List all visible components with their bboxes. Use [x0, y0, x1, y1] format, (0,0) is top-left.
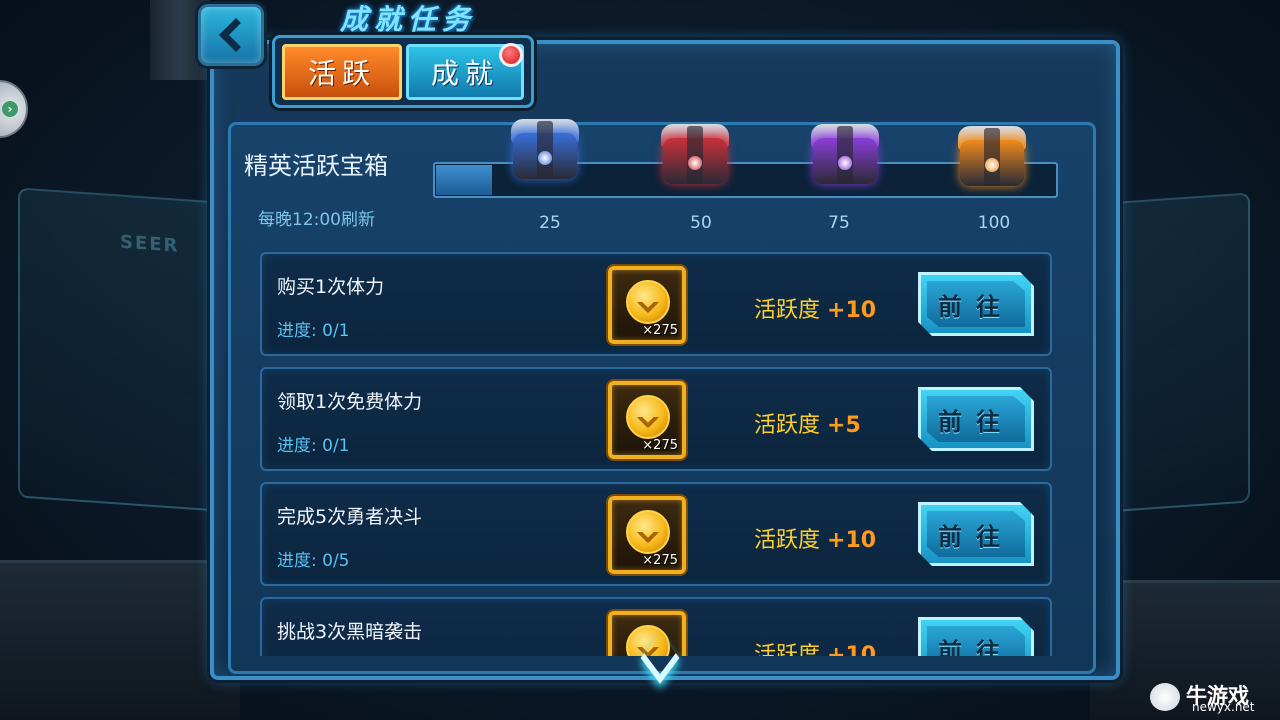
activity-value: +10	[827, 528, 877, 553]
page-title: 成就任务	[340, 3, 477, 36]
reward-quantity: ×275	[642, 553, 678, 568]
task-name: 挑战3次黑暗袭击	[277, 621, 423, 643]
task-progress: 进度: 0/5	[277, 551, 350, 571]
tab-activity[interactable]: 活跃	[282, 44, 402, 100]
milestone-label-100: 100	[977, 213, 1011, 233]
activity-reward: 活跃度 +10	[754, 637, 876, 656]
task-name: 完成5次勇者决斗	[277, 506, 423, 528]
chevron-right-icon: ›	[2, 101, 18, 117]
reward-quantity: ×275	[642, 438, 678, 453]
watermark-logo-icon	[1150, 683, 1180, 711]
notification-badge	[499, 43, 523, 67]
task-row: 完成5次勇者决斗 进度: 0/5 ×275 活跃度 +10 前往	[260, 482, 1052, 586]
blue-chest-icon[interactable]	[505, 115, 585, 185]
reward-quantity: ×275	[642, 323, 678, 338]
go-button[interactable]: 前往	[918, 502, 1034, 566]
gold-coin-icon	[626, 510, 670, 554]
reward-slot[interactable]: ×275	[608, 381, 686, 459]
milestone-label-25: 25	[539, 213, 561, 233]
refresh-note: 每晚12:00刷新	[258, 210, 375, 230]
activity-label: 活跃度	[754, 643, 821, 656]
activity-chest-title: 精英活跃宝箱	[244, 152, 388, 180]
side-drawer-toggle[interactable]: ›	[0, 80, 28, 138]
chevron-down-icon	[640, 632, 680, 684]
activity-value: +10	[827, 298, 877, 323]
go-button[interactable]: 前往	[918, 272, 1034, 336]
task-progress: 进度: 0/1	[277, 321, 350, 341]
go-button-label: 前往	[938, 407, 1014, 436]
arrow-left-icon	[219, 18, 253, 52]
purple-chest-icon[interactable]	[805, 120, 885, 190]
activity-value: +10	[827, 643, 877, 656]
orange-chest-icon[interactable]	[952, 122, 1032, 192]
task-row: 购买1次体力 进度: 0/1 ×275 活跃度 +10 前往	[260, 252, 1052, 356]
go-button-label: 前往	[938, 637, 1014, 657]
task-row: 领取1次免费体力 进度: 0/1 ×275 活跃度 +5 前往	[260, 367, 1052, 471]
activity-reward: 活跃度 +10	[754, 522, 876, 554]
activity-reward: 活跃度 +10	[754, 292, 876, 324]
gold-coin-icon	[626, 280, 670, 324]
go-button-label: 前往	[938, 292, 1014, 321]
red-chest-icon[interactable]	[655, 120, 735, 190]
activity-progress-fill	[436, 165, 492, 195]
milestone-label-75: 75	[828, 213, 850, 233]
back-button[interactable]	[198, 4, 264, 66]
background-machinery-left	[0, 560, 240, 720]
gold-coin-icon	[626, 395, 670, 439]
task-name: 购买1次体力	[277, 276, 385, 298]
activity-reward: 活跃度 +5	[754, 407, 861, 439]
task-name: 领取1次免费体力	[277, 391, 423, 413]
reward-slot[interactable]: ×275	[608, 266, 686, 344]
task-list[interactable]: 购买1次体力 进度: 0/1 ×275 活跃度 +10 前往 领取1次免费体力 …	[248, 250, 1066, 656]
go-button[interactable]: 前往	[918, 617, 1034, 656]
reward-slot[interactable]: ×275	[608, 496, 686, 574]
go-button[interactable]: 前往	[918, 387, 1034, 451]
task-progress: 进度: 0/1	[277, 436, 350, 456]
activity-label: 活跃度	[754, 528, 821, 553]
watermark-url: newyx.net	[1192, 700, 1255, 714]
activity-value: +5	[827, 413, 861, 438]
milestone-label-50: 50	[690, 213, 712, 233]
background-hologram-panel-left: SEER	[18, 187, 233, 513]
activity-label: 活跃度	[754, 298, 821, 323]
activity-label: 活跃度	[754, 413, 821, 438]
go-button-label: 前往	[938, 522, 1014, 551]
background-panel-text: SEER	[120, 231, 180, 257]
scroll-down-button[interactable]	[632, 632, 690, 684]
